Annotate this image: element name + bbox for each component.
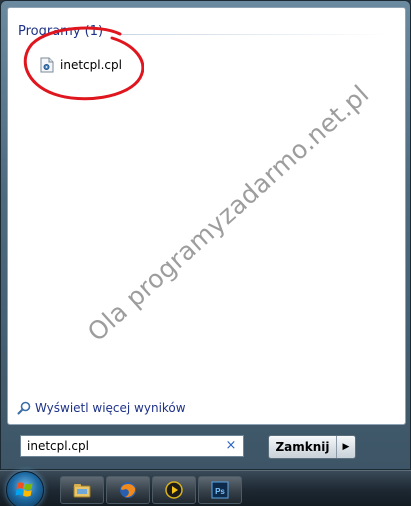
search-icon	[17, 401, 31, 415]
shutdown-button[interactable]: Zamknij	[269, 436, 337, 458]
results-group-header-label: Programy (1)	[18, 24, 104, 39]
see-more-results-link[interactable]: Wyświetl więcej wyników	[17, 401, 186, 415]
see-more-results-label: Wyświetl więcej wyników	[35, 401, 186, 415]
svg-text:Ps: Ps	[215, 487, 225, 496]
taskbar-firefox-button[interactable]	[106, 476, 150, 504]
taskbar-media-player-button[interactable]	[152, 476, 196, 504]
search-input[interactable]	[27, 439, 217, 453]
explorer-icon	[73, 484, 91, 498]
start-menu: Programy (1) inetcpl.cpl Ola programyzad…	[0, 0, 411, 470]
shutdown-options-arrow-icon[interactable]: ▶	[337, 436, 355, 458]
media-player-icon	[165, 481, 183, 499]
watermark-text: Ola programyzadarmo.net.pl	[81, 79, 375, 348]
result-item-inetcpl[interactable]: inetcpl.cpl	[36, 54, 126, 76]
start-orb-icon[interactable]	[6, 471, 44, 506]
taskbar-explorer-button[interactable]	[60, 476, 104, 504]
taskbar-photoshop-button[interactable]: Ps	[198, 476, 242, 504]
search-box[interactable]: ×	[20, 435, 244, 457]
photoshop-icon: Ps	[211, 481, 229, 499]
results-group-header: Programy (1)	[18, 24, 103, 39]
shutdown-button-group: Zamknij ▶	[268, 435, 356, 459]
search-results-pane: Programy (1) inetcpl.cpl Ola programyzad…	[7, 7, 406, 425]
result-item-label: inetcpl.cpl	[60, 58, 122, 72]
clear-search-icon[interactable]: ×	[224, 438, 238, 454]
control-panel-file-icon	[40, 57, 54, 73]
group-separator	[120, 34, 390, 35]
firefox-icon	[120, 482, 136, 498]
